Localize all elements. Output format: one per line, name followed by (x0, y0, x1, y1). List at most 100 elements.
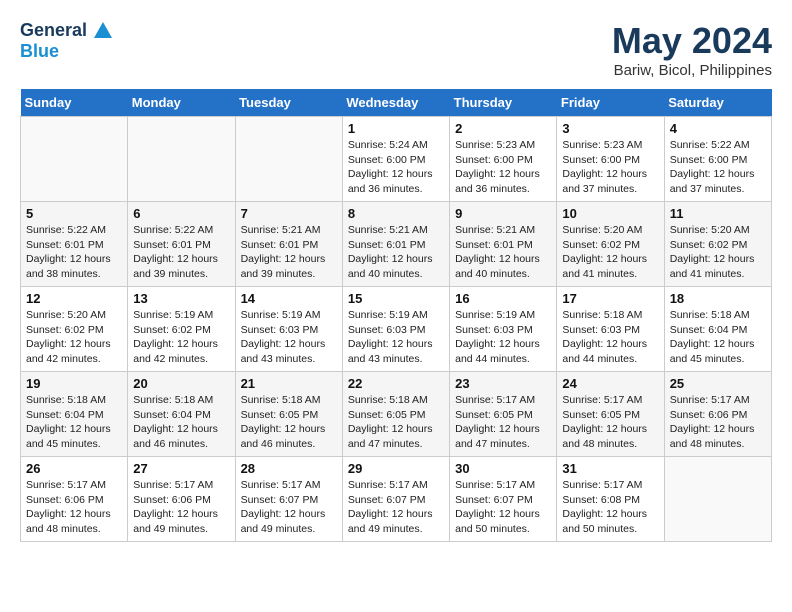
calendar-cell: 5Sunrise: 5:22 AMSunset: 6:01 PMDaylight… (21, 202, 128, 287)
calendar-cell: 27 Sunrise: 5:17 AMSunset: 6:06 PMDayligh… (128, 457, 235, 542)
day-number: 27 (133, 461, 229, 476)
day-info: Sunrise: 5:17 AMSunset: 6:08 PMDaylight:… (562, 478, 658, 537)
weekday-header: Sunday (21, 89, 128, 117)
calendar-cell: 30 Sunrise: 5:17 AMSunset: 6:07 PMDayligh… (450, 457, 557, 542)
calendar-week-row: 5Sunrise: 5:22 AMSunset: 6:01 PMDaylight… (21, 202, 772, 287)
calendar-cell: 14 Sunrise: 5:19 AMSunset: 6:03 PMDayligh… (235, 287, 342, 372)
day-info: Sunrise: 5:17 AMSunset: 6:06 PMDaylight:… (26, 478, 122, 537)
logo-line1: General (20, 20, 114, 42)
calendar-cell: 7Sunrise: 5:21 AMSunset: 6:01 PMDaylight… (235, 202, 342, 287)
weekday-header: Tuesday (235, 89, 342, 117)
calendar-cell: 25Sunrise: 5:17 AMSunset: 6:06 PMDayligh… (664, 372, 771, 457)
calendar-cell: 1 Sunrise: 5:24 AMSunset: 6:00 PMDaylight… (342, 117, 449, 202)
calendar-cell: 16 Sunrise: 5:19 AMSunset: 6:03 PMDayligh… (450, 287, 557, 372)
calendar-week-row: 26 Sunrise: 5:17 AMSunset: 6:06 PMDayligh… (21, 457, 772, 542)
location: Bariw, Bicol, Philippines (612, 62, 772, 79)
calendar-cell: 3 Sunrise: 5:23 AMSunset: 6:00 PMDaylight… (557, 117, 664, 202)
day-number: 13 (133, 291, 229, 306)
day-number: 28 (241, 461, 337, 476)
calendar-cell: 2Sunrise: 5:23 AMSunset: 6:00 PMDaylight… (450, 117, 557, 202)
day-info: Sunrise: 5:17 AMSunset: 6:05 PMDaylight:… (455, 393, 551, 452)
calendar-cell (235, 117, 342, 202)
calendar-week-row: 19 Sunrise: 5:18 AMSunset: 6:04 PMDayligh… (21, 372, 772, 457)
day-info: Sunrise: 5:18 AMSunset: 6:04 PMDaylight:… (670, 308, 766, 367)
day-number: 9 (455, 206, 551, 221)
calendar-table: SundayMondayTuesdayWednesdayThursdayFrid… (20, 89, 772, 542)
weekday-header: Saturday (664, 89, 771, 117)
day-number: 6 (133, 206, 229, 221)
day-info: Sunrise: 5:19 AMSunset: 6:03 PMDaylight:… (241, 308, 337, 367)
calendar-cell (128, 117, 235, 202)
day-info: Sunrise: 5:18 AMSunset: 6:04 PMDaylight:… (26, 393, 122, 452)
day-number: 4 (670, 121, 766, 136)
day-number: 11 (670, 206, 766, 221)
day-number: 31 (562, 461, 658, 476)
calendar-cell: 22 Sunrise: 5:18 AMSunset: 6:05 PMDayligh… (342, 372, 449, 457)
day-number: 15 (348, 291, 444, 306)
day-info: Sunrise: 5:20 AMSunset: 6:02 PMDaylight:… (670, 223, 766, 282)
day-number: 22 (348, 376, 444, 391)
day-info: Sunrise: 5:18 AMSunset: 6:04 PMDaylight:… (133, 393, 229, 452)
day-info: Sunrise: 5:18 AMSunset: 6:05 PMDaylight:… (241, 393, 337, 452)
calendar-week-row: 1 Sunrise: 5:24 AMSunset: 6:00 PMDaylight… (21, 117, 772, 202)
day-info: Sunrise: 5:19 AMSunset: 6:03 PMDaylight:… (455, 308, 551, 367)
day-info: Sunrise: 5:22 AMSunset: 6:00 PMDaylight:… (670, 138, 766, 197)
calendar-cell: 20 Sunrise: 5:18 AMSunset: 6:04 PMDayligh… (128, 372, 235, 457)
day-number: 16 (455, 291, 551, 306)
calendar-cell: 4 Sunrise: 5:22 AMSunset: 6:00 PMDaylight… (664, 117, 771, 202)
calendar-cell (21, 117, 128, 202)
day-number: 26 (26, 461, 122, 476)
calendar-cell: 28Sunrise: 5:17 AMSunset: 6:07 PMDayligh… (235, 457, 342, 542)
day-info: Sunrise: 5:21 AMSunset: 6:01 PMDaylight:… (455, 223, 551, 282)
day-number: 12 (26, 291, 122, 306)
day-info: Sunrise: 5:23 AMSunset: 6:00 PMDaylight:… (562, 138, 658, 197)
calendar-cell: 29Sunrise: 5:17 AMSunset: 6:07 PMDayligh… (342, 457, 449, 542)
day-info: Sunrise: 5:19 AMSunset: 6:02 PMDaylight:… (133, 308, 229, 367)
day-number: 10 (562, 206, 658, 221)
day-number: 8 (348, 206, 444, 221)
calendar-cell (664, 457, 771, 542)
day-info: Sunrise: 5:18 AMSunset: 6:05 PMDaylight:… (348, 393, 444, 452)
day-info: Sunrise: 5:20 AMSunset: 6:02 PMDaylight:… (562, 223, 658, 282)
day-info: Sunrise: 5:18 AMSunset: 6:03 PMDaylight:… (562, 308, 658, 367)
calendar-cell: 23 Sunrise: 5:17 AMSunset: 6:05 PMDayligh… (450, 372, 557, 457)
day-number: 30 (455, 461, 551, 476)
title-section: May 2024 Bariw, Bicol, Philippines (612, 20, 772, 79)
day-number: 3 (562, 121, 658, 136)
day-number: 20 (133, 376, 229, 391)
day-number: 17 (562, 291, 658, 306)
day-info: Sunrise: 5:19 AMSunset: 6:03 PMDaylight:… (348, 308, 444, 367)
calendar-cell: 21 Sunrise: 5:18 AMSunset: 6:05 PMDayligh… (235, 372, 342, 457)
calendar-cell: 6 Sunrise: 5:22 AMSunset: 6:01 PMDaylight… (128, 202, 235, 287)
day-number: 1 (348, 121, 444, 136)
day-info: Sunrise: 5:22 AMSunset: 6:01 PMDaylight:… (26, 223, 122, 282)
weekday-header-row: SundayMondayTuesdayWednesdayThursdayFrid… (21, 89, 772, 117)
calendar-cell: 9 Sunrise: 5:21 AMSunset: 6:01 PMDaylight… (450, 202, 557, 287)
day-number: 24 (562, 376, 658, 391)
logo-line2: Blue (20, 42, 114, 62)
calendar-cell: 12 Sunrise: 5:20 AMSunset: 6:02 PMDayligh… (21, 287, 128, 372)
calendar-cell: 15 Sunrise: 5:19 AMSunset: 6:03 PMDayligh… (342, 287, 449, 372)
day-info: Sunrise: 5:24 AMSunset: 6:00 PMDaylight:… (348, 138, 444, 197)
calendar-cell: 24 Sunrise: 5:17 AMSunset: 6:05 PMDayligh… (557, 372, 664, 457)
day-number: 14 (241, 291, 337, 306)
day-number: 23 (455, 376, 551, 391)
weekday-header: Monday (128, 89, 235, 117)
day-info: Sunrise: 5:21 AMSunset: 6:01 PMDaylight:… (348, 223, 444, 282)
day-info: Sunrise: 5:17 AMSunset: 6:07 PMDaylight:… (348, 478, 444, 537)
day-info: Sunrise: 5:17 AMSunset: 6:05 PMDaylight:… (562, 393, 658, 452)
day-info: Sunrise: 5:17 AMSunset: 6:06 PMDaylight:… (133, 478, 229, 537)
day-number: 21 (241, 376, 337, 391)
day-info: Sunrise: 5:20 AMSunset: 6:02 PMDaylight:… (26, 308, 122, 367)
day-info: Sunrise: 5:22 AMSunset: 6:01 PMDaylight:… (133, 223, 229, 282)
day-number: 2 (455, 121, 551, 136)
page-header: General Blue May 2024 Bariw, Bicol, Phil… (20, 20, 772, 79)
day-info: Sunrise: 5:21 AMSunset: 6:01 PMDaylight:… (241, 223, 337, 282)
weekday-header: Thursday (450, 89, 557, 117)
calendar-cell: 10 Sunrise: 5:20 AMSunset: 6:02 PMDayligh… (557, 202, 664, 287)
calendar-cell: 19 Sunrise: 5:18 AMSunset: 6:04 PMDayligh… (21, 372, 128, 457)
calendar-cell: 11 Sunrise: 5:20 AMSunset: 6:02 PMDayligh… (664, 202, 771, 287)
calendar-cell: 18Sunrise: 5:18 AMSunset: 6:04 PMDayligh… (664, 287, 771, 372)
day-info: Sunrise: 5:17 AMSunset: 6:07 PMDaylight:… (455, 478, 551, 537)
day-number: 19 (26, 376, 122, 391)
